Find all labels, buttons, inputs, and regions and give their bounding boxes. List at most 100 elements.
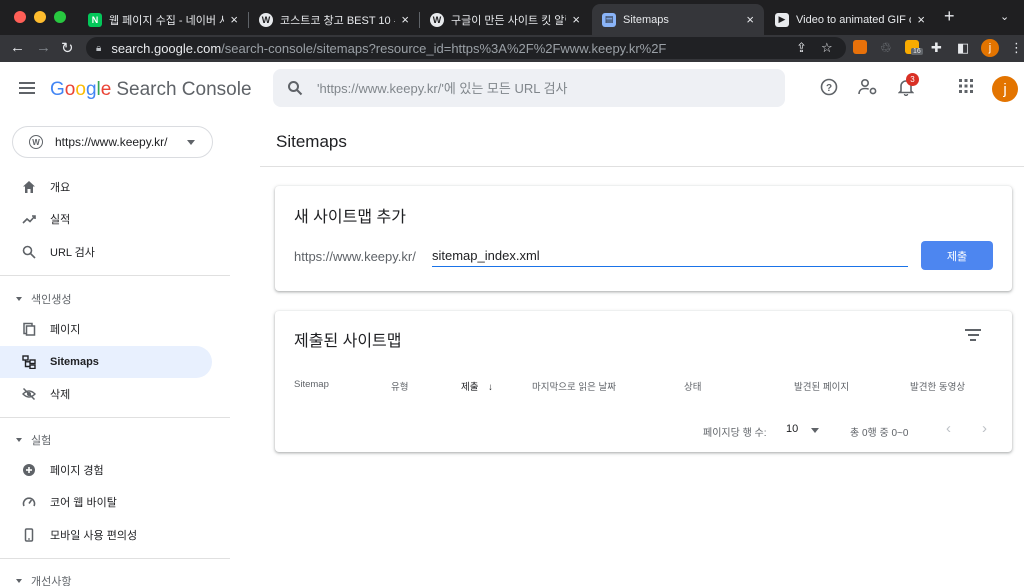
column-header-last-read[interactable]: 마지막으로 읽은 날짜 [532,379,616,393]
trending-up-icon [21,211,37,227]
browser-tab[interactable]: W 구글이 만든 사이트 킷 알림판 설정 × [420,4,590,35]
sidebar-item-label: 페이지 [50,324,81,336]
browser-tab[interactable]: W 코스트코 창고 BEST 10 추천상품 × [249,4,419,35]
sidebar-item-url-inspection[interactable]: URL 검사 [0,236,212,268]
property-url: https://www.keepy.kr/ [55,135,168,149]
chevron-down-icon[interactable]: ⌄ [1000,10,1009,23]
apps-grid-icon[interactable] [958,78,974,94]
sidebar-item-label: URL 검사 [50,247,95,259]
page-title: Sitemaps [276,132,347,151]
tab-title: 코스트코 창고 BEST 10 추천상품 [280,14,395,27]
search-input[interactable] [317,80,757,96]
sidebar-item-page-experience[interactable]: 페이지 경험 [0,454,212,486]
account-avatar[interactable]: j [992,76,1018,102]
sitemap-url-input[interactable] [432,245,908,267]
lock-icon: 🔒︎ [96,42,102,54]
reload-icon[interactable]: ↻ [61,39,74,57]
url-inspect-search[interactable] [273,69,785,107]
submitted-sitemaps-card: 제출된 사이트맵 Sitemap 유형 제출 ↓ 마지막으로 읽은 날짜 상태 … [275,311,1012,452]
manage-users-icon[interactable] [858,78,878,96]
sidebar-item-core-web-vitals[interactable]: 코어 웹 바이탈 [0,486,212,518]
sidebar-item-overview[interactable]: 개요 [0,171,212,203]
page-icon [21,321,37,337]
sitemap-icon [21,354,37,370]
close-icon[interactable]: × [401,12,409,27]
card-title: 제출된 사이트맵 [294,333,402,350]
column-header-sitemap[interactable]: Sitemap [294,379,329,390]
close-icon[interactable]: × [746,12,754,27]
sidebar-section-index[interactable]: 색인생성 [16,291,71,307]
search-console-logo[interactable]: Google Search Console [50,79,252,101]
rows-per-page-select[interactable]: 10 [786,423,798,435]
new-tab-icon[interactable]: + [944,6,955,27]
chevron-right-icon[interactable]: › [982,420,987,437]
url-path: /search-console/sitemaps?resource_id=htt… [221,40,667,56]
arrow-down-icon: ↓ [488,382,493,393]
chevron-left-icon[interactable]: ‹ [946,420,951,437]
rows-per-page-label: 페이지당 행 수: [703,428,767,439]
help-icon[interactable]: ? [820,78,838,96]
property-selector[interactable]: W https://www.keepy.kr/ [12,126,213,158]
column-header-discovered-pages[interactable]: 발견된 페이지 [794,379,849,393]
sidebar-item-mobile-usability[interactable]: 모바일 사용 편의성 [0,519,212,551]
column-header-type[interactable]: 유형 [391,379,408,393]
eye-off-icon [21,386,37,402]
caret-down-icon[interactable] [811,428,819,433]
close-window-button[interactable] [14,11,26,23]
profile-avatar[interactable]: j [981,39,999,57]
sidebar-item-label: 페이지 경험 [50,465,104,477]
add-sitemap-card: 새 사이트맵 추가 https://www.keepy.kr/ 제출 [275,186,1012,291]
sidebar-section-experience[interactable]: 실험 [16,432,51,448]
submit-button[interactable]: 제출 [921,241,993,270]
browser-tab[interactable]: N 웹 페이지 수집 - 네이버 서치어드바이저 × [78,4,248,35]
browser-tab[interactable]: ▶ Video to animated GIF converter × [765,4,935,35]
sidebar-item-label: Sitemaps [50,356,99,368]
star-icon[interactable]: ☆ [821,40,833,56]
pagination-range: 총 0행 중 0~0 [850,428,909,439]
minimize-window-button[interactable] [34,11,46,23]
browser-tab-bar: N 웹 페이지 수집 - 네이버 서치어드바이저 × W 코스트코 창고 BES… [0,0,1024,35]
puzzle-icon[interactable]: ✚ [931,40,942,56]
sidebar-item-label: 모바일 사용 편의성 [50,530,138,542]
home-icon [21,179,37,195]
svg-text:?: ? [826,83,832,94]
sidebar-item-label: 삭제 [50,389,71,401]
gauge-icon [21,494,37,510]
browser-toolbar: ← → ↻ 🔒︎ search.google.com/search-consol… [0,35,1024,62]
recycle-extension-icon[interactable]: ♲ [880,40,892,56]
column-header-status[interactable]: 상태 [684,379,701,393]
notification-badge: 3 [906,73,919,86]
product-name: Search Console [116,79,252,100]
address-bar[interactable]: 🔒︎ search.google.com/search-console/site… [86,37,846,59]
card-title: 새 사이트맵 추가 [294,209,406,226]
rss-extension-icon[interactable] [853,40,867,54]
wordpress-icon: W [259,12,273,27]
forward-icon[interactable]: → [36,39,51,56]
filter-icon[interactable] [965,329,981,341]
caret-down-icon [187,140,195,145]
sidebar-item-performance[interactable]: 실적 [0,203,212,235]
app-header: GoogleSearch Console ? 3 j [0,62,1024,118]
back-icon[interactable]: ← [10,39,25,56]
column-header-submitted[interactable]: 제출 ↓ [461,379,493,393]
naver-icon: N [88,12,102,27]
sidepanel-icon[interactable]: ◧ [957,40,969,56]
sidebar-item-pages[interactable]: 페이지 [0,313,212,345]
phone-icon [21,527,37,543]
more-vert-icon[interactable]: ⋮ [1010,40,1023,56]
sidebar-item-removals[interactable]: 삭제 [0,378,212,410]
close-icon[interactable]: × [917,12,925,27]
share-icon[interactable]: ⇪ [796,40,807,56]
sidebar-section-enhancements[interactable]: 개선사항 [16,573,71,586]
close-icon[interactable]: × [230,12,238,27]
browser-tab-active[interactable]: ▤ Sitemaps × [592,4,764,35]
sidebar-item-label: 실적 [50,214,71,226]
sidebar-item-sitemaps[interactable]: Sitemaps [0,346,212,378]
close-icon[interactable]: × [572,12,580,27]
menu-icon[interactable] [19,82,35,94]
tab-title: Video to animated GIF converter [796,13,911,26]
wordpress-icon: W [430,12,444,27]
divider [260,166,1024,167]
column-header-discovered-videos[interactable]: 발견한 동영상 [910,379,965,393]
maximize-window-button[interactable] [54,11,66,23]
